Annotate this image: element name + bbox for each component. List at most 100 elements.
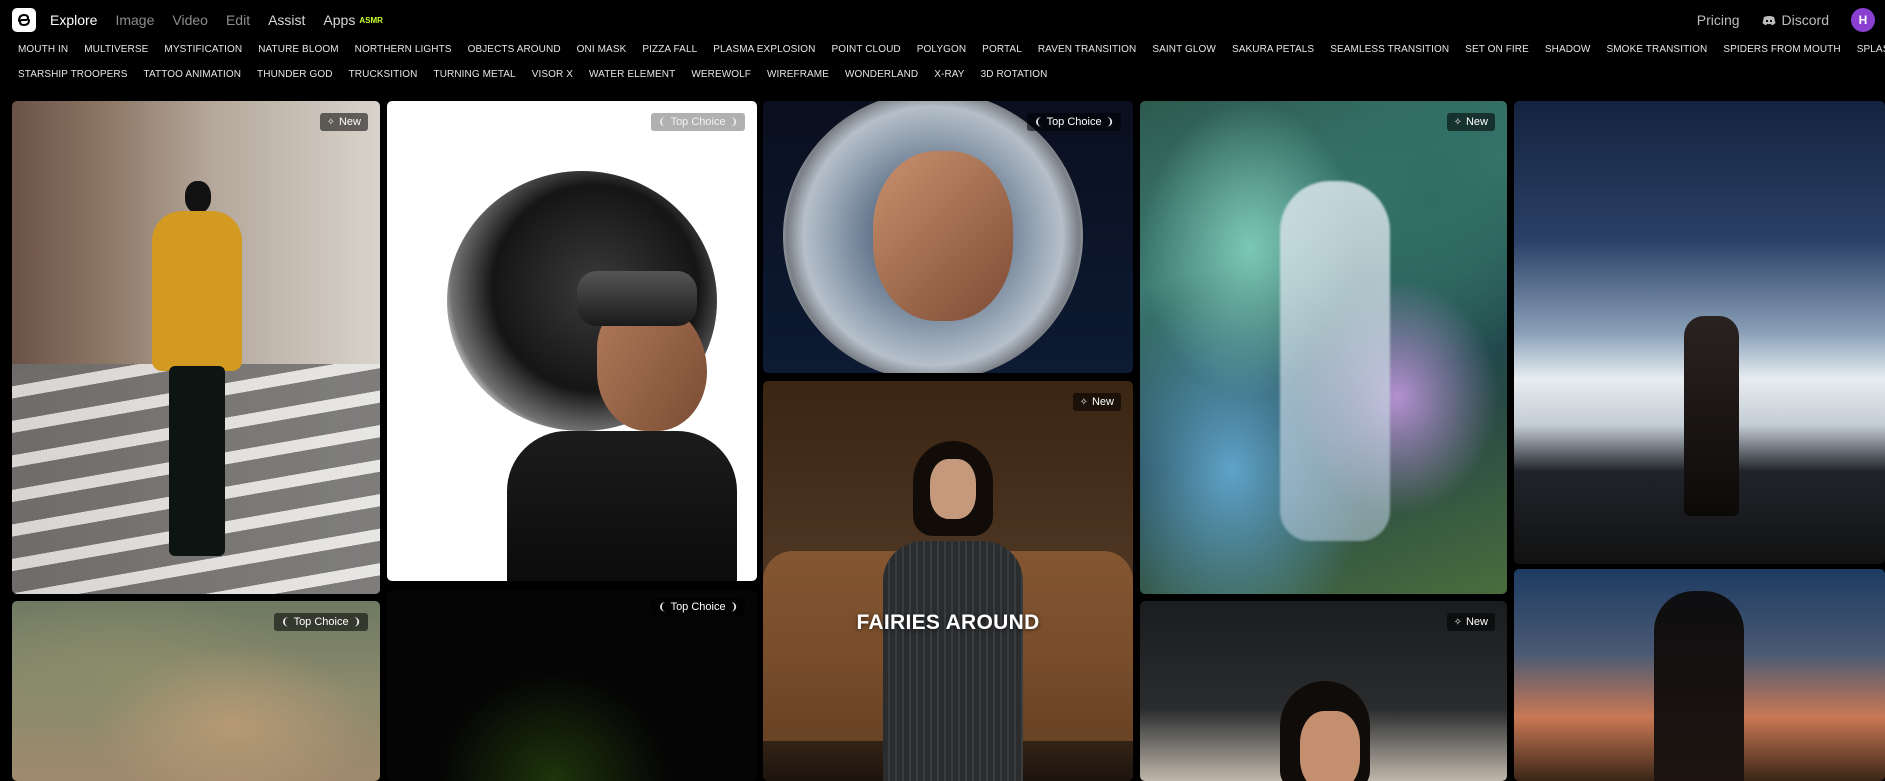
badge-label: New [1465, 116, 1488, 128]
gallery-card-sunset[interactable] [1514, 569, 1885, 781]
effect-tag[interactable]: PIZZA FALL [634, 44, 705, 55]
top-nav: Explore Image Video Edit Assist Apps ASMR… [0, 0, 1885, 40]
effect-tag[interactable]: SET ON FIRE [1457, 44, 1537, 55]
effect-tag[interactable]: MYSTIFICATION [156, 44, 250, 55]
effect-tag[interactable]: TURNING METAL [425, 69, 523, 80]
figure-face [1300, 711, 1360, 781]
effect-tag[interactable]: TRUCKSITION [341, 69, 426, 80]
nav-edit[interactable]: Edit [226, 12, 250, 28]
effect-tag[interactable]: SAINT GLOW [1144, 44, 1224, 55]
effect-tag[interactable]: SPLASH TRANSITION [1849, 44, 1885, 55]
nav-right: Pricing Discord H [1697, 0, 1875, 40]
discord-link[interactable]: Discord [1762, 12, 1829, 28]
effect-tag[interactable]: VISOR X [524, 69, 581, 80]
laurel-right-icon: ❩ [1105, 116, 1114, 128]
nav-assist[interactable]: Assist [268, 12, 305, 28]
effect-tag[interactable]: THUNDER GOD [249, 69, 341, 80]
nav-apps[interactable]: Apps ASMR [323, 12, 382, 28]
gallery-card-smoke[interactable]: ❨ Top Choice ❩ [387, 101, 757, 581]
laurel-left-icon: ❨ [658, 116, 667, 128]
person-figure [1654, 591, 1744, 781]
top-choice-badge: ❨ Top Choice ❩ [651, 113, 745, 131]
gallery-card-dark[interactable]: ❨ Top Choice ❩ [387, 590, 757, 781]
figure-body [507, 431, 737, 581]
new-badge: ✧ New [1446, 113, 1495, 131]
figure-pants [169, 366, 225, 556]
effect-tag[interactable]: OBJECTS AROUND [460, 44, 569, 55]
effect-tag[interactable]: WEREWOLF [683, 69, 759, 80]
gallery-card-fluid[interactable]: ✧ New [1140, 101, 1507, 594]
effect-tag[interactable]: WIREFRAME [759, 69, 837, 80]
laurel-left-icon: ❨ [281, 616, 290, 628]
badge-label: New [1465, 616, 1488, 628]
gallery-card-street[interactable]: ✧ New [12, 101, 380, 594]
tag-row-1: MOUTH IN MULTIVERSE MYSTIFICATION NATURE BL… [10, 40, 1885, 58]
liquid-figure [1280, 181, 1390, 541]
visor-band [577, 271, 697, 326]
effect-tag[interactable]: SHADOW [1537, 44, 1599, 55]
effect-tag[interactable]: WONDERLAND [837, 69, 926, 80]
tag-row-2: STARSHIP TROOPERS TATTOO ANIMATION THUNDER… [10, 65, 1055, 83]
laurel-right-icon: ❩ [729, 116, 738, 128]
effect-tag[interactable]: ONI MASK [569, 44, 635, 55]
badge-label: Top Choice [670, 601, 726, 613]
sparkle-icon: ✧ [1453, 116, 1462, 128]
effect-tag[interactable]: SAKURA PETALS [1224, 44, 1322, 55]
effect-tag[interactable]: SPIDERS FROM MOUTH [1715, 44, 1848, 55]
gallery-card-hills[interactable]: ❨ Top Choice ❩ [12, 601, 380, 781]
nav-video[interactable]: Video [172, 12, 208, 28]
nav-explore[interactable]: Explore [50, 12, 97, 28]
main-nav: Explore Image Video Edit Assist Apps ASMR [50, 0, 383, 40]
effect-tag[interactable]: POINT CLOUD [823, 44, 908, 55]
laurel-left-icon: ❨ [658, 601, 667, 613]
effect-tag[interactable]: NORTHERN LIGHTS [347, 44, 460, 55]
user-avatar[interactable]: H [1851, 8, 1875, 32]
figure-jacket [152, 211, 242, 371]
laurel-right-icon: ❩ [352, 616, 361, 628]
figure-head [185, 181, 211, 213]
badge-label: Top Choice [670, 116, 726, 128]
discord-label: Discord [1781, 12, 1829, 28]
person-figure [147, 181, 247, 571]
effect-tag[interactable]: WATER ELEMENT [581, 69, 683, 80]
effect-tag[interactable]: X-RAY [926, 69, 972, 80]
effect-tag[interactable]: STARSHIP TROOPERS [10, 69, 136, 80]
discord-icon [1762, 15, 1776, 25]
gallery-card-astronaut[interactable]: ❨ Top Choice ❩ [763, 101, 1133, 373]
gallery-card-wave[interactable] [1514, 101, 1885, 564]
effect-tag[interactable]: RAVEN TRANSITION [1030, 44, 1144, 55]
top-choice-badge: ❨ Top Choice ❩ [651, 598, 745, 616]
effect-tag[interactable]: PLASMA EXPLOSION [705, 44, 823, 55]
effect-tag[interactable]: NATURE BLOOM [250, 44, 346, 55]
effect-tag[interactable]: 3D ROTATION [973, 69, 1056, 80]
new-badge: ✧ New [1446, 613, 1495, 631]
asmr-badge: ASMR [359, 16, 383, 25]
effect-tag[interactable]: PORTAL [974, 44, 1030, 55]
new-badge: ✧ New [319, 113, 368, 131]
top-choice-badge: ❨ Top Choice ❩ [1027, 113, 1121, 131]
figure-shirt [883, 541, 1023, 781]
person-figure [1684, 316, 1739, 516]
laurel-right-icon: ❩ [729, 601, 738, 613]
top-choice-badge: ❨ Top Choice ❩ [274, 613, 368, 631]
gallery-card-car[interactable]: ✧ New [1140, 601, 1507, 781]
logo-icon [18, 13, 30, 27]
figure-face [873, 151, 1013, 321]
effect-tag[interactable]: SEAMLESS TRANSITION [1322, 44, 1457, 55]
sparkle-icon: ✧ [326, 116, 335, 128]
figure-face [930, 459, 976, 519]
effect-tag[interactable]: SMOKE TRANSITION [1598, 44, 1715, 55]
new-badge: ✧ New [1072, 393, 1121, 411]
pricing-link[interactable]: Pricing [1697, 12, 1740, 28]
gallery-card-fairies-around[interactable]: FAIRIES AROUND ✧ New [763, 381, 1133, 781]
effect-tag[interactable]: TATTOO ANIMATION [136, 69, 250, 80]
card-caption: FAIRIES AROUND [856, 611, 1040, 634]
sparkle-icon: ✧ [1453, 616, 1462, 628]
effect-tag[interactable]: MULTIVERSE [76, 44, 156, 55]
nav-image[interactable]: Image [115, 12, 154, 28]
sparkle-icon: ✧ [1079, 396, 1088, 408]
app-logo[interactable] [12, 8, 36, 32]
badge-label: New [338, 116, 361, 128]
effect-tag[interactable]: MOUTH IN [10, 44, 76, 55]
effect-tag[interactable]: POLYGON [909, 44, 974, 55]
